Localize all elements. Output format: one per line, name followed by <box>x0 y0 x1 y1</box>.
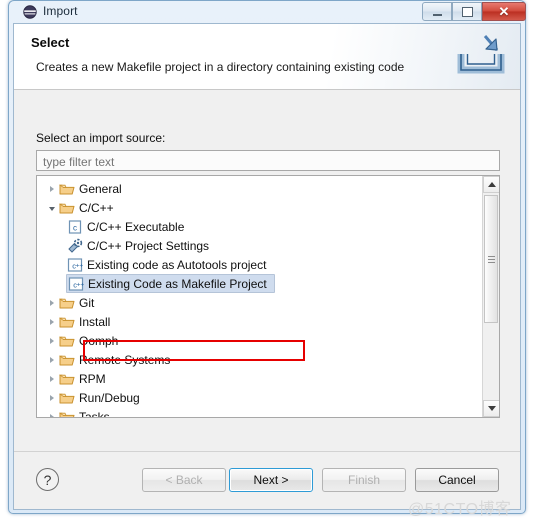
tree-item[interactable]: RPM <box>37 369 481 388</box>
tree-item-content: c C/C++ Executable <box>67 219 188 235</box>
minimize-button[interactable] <box>422 2 452 21</box>
tree-item-content: RPM <box>59 371 110 387</box>
tree-item[interactable]: c ++ Existing code as Autotools project <box>37 255 481 274</box>
tree-item-label: Run/Debug <box>79 390 140 405</box>
tree-twisty-collapsed-icon[interactable] <box>45 312 59 331</box>
tree-item-label: Existing Code as Makefile Project <box>88 276 267 291</box>
close-button[interactable]: ✕ <box>482 2 526 21</box>
tree-item[interactable]: Run/Debug <box>37 388 481 407</box>
tree-item-content: Tasks <box>59 409 114 418</box>
tree-twisty-collapsed-icon[interactable] <box>45 407 59 417</box>
import-dialog-window: Import ✕ Select Creates a new Makefile p… <box>8 0 526 514</box>
tree-twisty-collapsed-icon[interactable] <box>45 350 59 369</box>
finish-button[interactable]: Finish <box>322 468 406 492</box>
tree-item-content: Run/Debug <box>59 390 144 406</box>
tree-item-label: Git <box>79 295 95 310</box>
title-bar: Import ✕ <box>9 1 526 23</box>
tree-item-selected-wrapper: c ++ Existing Code as Makefile Project <box>66 274 275 293</box>
import-source-tree[interactable]: General C/C++ c C/C++ Executable C/C++ Proje… <box>36 175 500 418</box>
tree-item[interactable]: Tasks <box>37 407 481 417</box>
tree-item[interactable]: c ++ Existing Code as Makefile Project <box>37 274 481 293</box>
tree-item[interactable]: General <box>37 179 481 198</box>
tree-vertical-scrollbar[interactable] <box>482 176 499 417</box>
tree-item-content: Git <box>59 295 98 311</box>
tree-item[interactable]: Oomph <box>37 331 481 350</box>
svg-text:++: ++ <box>76 262 83 269</box>
tree-twisty-collapsed-icon[interactable] <box>45 179 59 198</box>
scrollbar-thumb[interactable] <box>484 195 498 323</box>
svg-text:++: ++ <box>77 281 84 288</box>
tree-item-label: C/C++ <box>79 200 114 215</box>
folder-icon <box>59 409 75 417</box>
tree-item-label: C/C++ Executable <box>87 219 185 234</box>
scrollbar-grip-icon <box>487 254 495 265</box>
filter-input[interactable] <box>36 150 500 171</box>
close-icon: ✕ <box>498 3 510 19</box>
tree-item[interactable]: C/C++ Project Settings <box>37 236 481 255</box>
tree-item-content: C/C++ <box>59 200 118 216</box>
c-file-icon: c <box>67 219 83 235</box>
back-button[interactable]: < Back <box>142 468 226 492</box>
project-settings-icon <box>67 238 83 254</box>
scroll-down-icon[interactable] <box>483 400 499 417</box>
cpp-file-icon: c ++ <box>68 276 84 292</box>
tree-item-label: Oomph <box>79 333 119 348</box>
watermark: @51CTO博客 <box>408 501 512 518</box>
import-wizard-icon <box>456 34 506 80</box>
eclipse-icon <box>23 5 37 19</box>
tree-twisty-expanded-icon[interactable] <box>45 198 59 217</box>
cpp-file-icon: c ++ <box>67 257 83 273</box>
page-title: Select <box>31 35 70 50</box>
maximize-icon <box>453 3 481 20</box>
tree-twisty-collapsed-icon[interactable] <box>45 293 59 312</box>
tree-item[interactable]: Remote Systems <box>37 350 481 369</box>
next-button[interactable]: Next > <box>229 468 313 492</box>
tree-item-label: Install <box>79 314 111 329</box>
folder-icon <box>59 200 75 216</box>
tree-item-label: Remote Systems <box>79 352 171 367</box>
tree-twisty-collapsed-icon[interactable] <box>45 331 59 350</box>
tree-item-content: Install <box>59 314 114 330</box>
tree-item[interactable]: c C/C++ Executable <box>37 217 481 236</box>
wizard-page-body: Select an import source: General C/C++c C/… <box>14 90 520 452</box>
tree-item-content: Remote Systems <box>59 352 174 368</box>
tree-item-content: General <box>59 181 126 197</box>
wizard-banner: Select Creates a new Makefile project in… <box>14 24 520 90</box>
folder-icon <box>59 371 75 387</box>
tree-item[interactable]: C/C++ <box>37 198 481 217</box>
tree-item-content: Oomph <box>59 333 122 349</box>
tree-item[interactable]: Git <box>37 293 481 312</box>
folder-icon <box>59 390 75 406</box>
folder-icon <box>59 295 75 311</box>
tree-item-label: General <box>79 181 122 196</box>
tree-item-content: c ++ Existing code as Autotools project <box>67 257 270 273</box>
tree-item-label: Tasks <box>79 409 110 418</box>
minimize-icon <box>423 3 451 20</box>
dialog-client-area: Select Creates a new Makefile project in… <box>13 23 521 510</box>
scroll-up-icon[interactable] <box>483 176 499 193</box>
svg-text:c: c <box>73 223 77 232</box>
tree-item-label: C/C++ Project Settings <box>87 238 210 253</box>
tree-item[interactable]: Install <box>37 312 481 331</box>
tree-item-label: Existing code as Autotools project <box>87 257 267 272</box>
folder-icon <box>59 333 75 349</box>
window-title: Import <box>43 4 78 18</box>
folder-icon <box>59 352 75 368</box>
maximize-button[interactable] <box>452 2 482 21</box>
page-description: Creates a new Makefile project in a dire… <box>36 60 405 74</box>
tree-row-container: General C/C++ c C/C++ Executable C/C++ Proje… <box>37 179 481 417</box>
import-source-label: Select an import source: <box>36 131 166 145</box>
tree-twisty-collapsed-icon[interactable] <box>45 388 59 407</box>
tree-item-content: C/C++ Project Settings <box>67 238 213 254</box>
cancel-button[interactable]: Cancel <box>415 468 499 492</box>
folder-icon <box>59 314 75 330</box>
help-button[interactable]: ? <box>36 468 59 491</box>
tree-item-label: RPM <box>79 371 106 386</box>
folder-icon <box>59 181 75 197</box>
tree-twisty-collapsed-icon[interactable] <box>45 369 59 388</box>
